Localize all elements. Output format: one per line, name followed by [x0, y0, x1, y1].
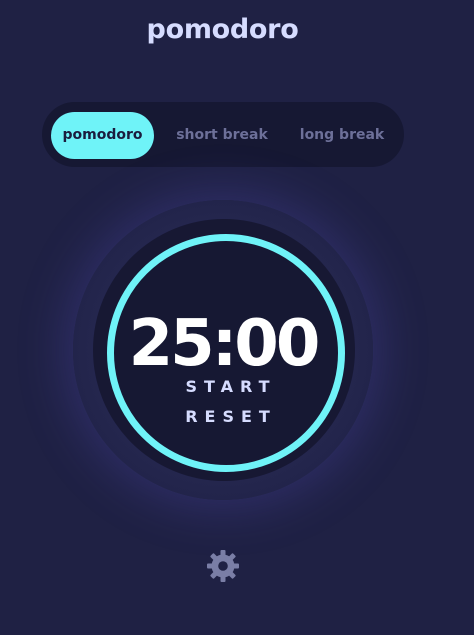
tab-long-break[interactable]: long break: [296, 112, 388, 159]
tab-short-break[interactable]: short break: [172, 112, 272, 159]
timer-display: 25:00: [128, 307, 321, 381]
gear-icon: [207, 550, 239, 582]
tab-pomodoro[interactable]: pomodoro: [51, 112, 154, 159]
app-title: pomodoro: [146, 14, 299, 45]
reset-button[interactable]: RESET: [150, 403, 305, 431]
start-button[interactable]: START: [150, 373, 305, 401]
mode-tabs: pomodoro short break long break: [42, 102, 404, 167]
settings-button[interactable]: [205, 548, 241, 584]
